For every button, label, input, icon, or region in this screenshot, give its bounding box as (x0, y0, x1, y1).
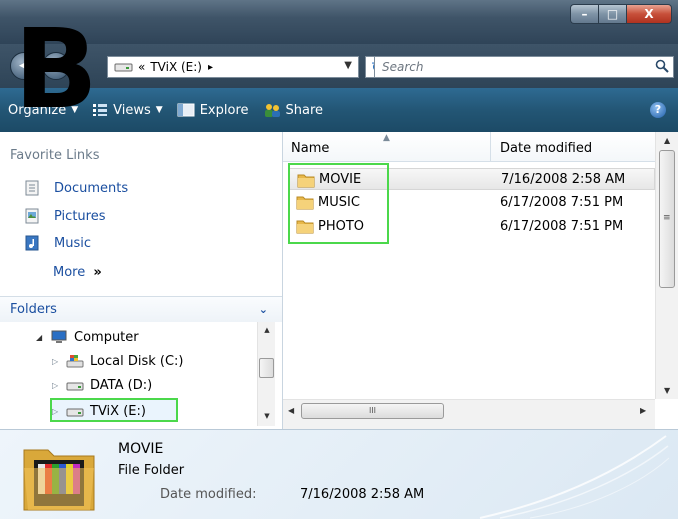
tree-item-label: Local Disk (C:) (90, 353, 184, 369)
breadcrumb-item[interactable]: TViX (E:) (150, 60, 202, 74)
collapsed-arrow-icon[interactable]: ▷ (52, 381, 62, 390)
tree-item-computer[interactable]: ◢ Computer (36, 326, 139, 348)
folder-preview-icon (23, 449, 95, 511)
favorite-links-heading: Favorite Links (10, 148, 100, 163)
column-header-date-modified[interactable]: Date modified (500, 141, 592, 156)
title-bar[interactable]: – □ X (0, 0, 678, 44)
share-button[interactable]: Share (263, 102, 324, 118)
details-name: MOVIE (118, 441, 164, 457)
file-date: 6/17/2008 7:51 PM (500, 218, 624, 234)
scrollbar-thumb[interactable]: III (301, 403, 444, 419)
collapsed-arrow-icon[interactable]: ▷ (52, 407, 62, 416)
music-icon (25, 235, 39, 251)
scroll-right-icon[interactable]: ▶ (640, 406, 646, 415)
file-list-vertical-scrollbar[interactable]: ▲ ≡ ▼ (655, 132, 678, 399)
explore-button[interactable]: Explore (177, 103, 249, 118)
scrollbar-thumb[interactable]: ≡ (659, 150, 675, 288)
help-icon: ? (654, 103, 662, 116)
scroll-up-icon[interactable]: ▲ (664, 136, 670, 145)
scroll-left-icon[interactable]: ◀ (288, 406, 294, 415)
highlight-box (288, 163, 389, 244)
close-button[interactable]: X (626, 4, 672, 24)
favorite-label: Pictures (54, 208, 106, 224)
tree-item-label: Computer (74, 329, 139, 345)
drive-icon (66, 382, 84, 391)
explore-icon (177, 103, 195, 117)
more-label: More (53, 265, 86, 280)
details-pane: MOVIE File Folder Date modified: 7/16/20… (0, 429, 678, 519)
folder-tree-scrollbar[interactable]: ▲ ▼ (257, 322, 275, 426)
sort-ascending-icon: ▲ (383, 133, 390, 143)
explorer-window: – □ X ◀ ▶ « TViX (E:) ▸ ▼ ↻ Search (0, 0, 678, 519)
maximize-icon: □ (606, 7, 619, 21)
close-icon: X (644, 7, 654, 21)
search-icon[interactable] (655, 59, 669, 73)
expanded-arrow-icon[interactable]: ◢ (36, 333, 46, 342)
file-date: 7/16/2008 2:58 AM (501, 171, 626, 187)
window-controls: – □ X (570, 4, 672, 24)
help-button[interactable]: ? (650, 102, 666, 118)
scrollbar-grip: ≡ (663, 213, 671, 223)
drive-icon (114, 63, 133, 72)
minimize-button[interactable]: – (570, 4, 598, 24)
favorite-label: Documents (54, 180, 129, 196)
column-divider[interactable] (490, 132, 491, 162)
views-label: Views (113, 102, 151, 118)
share-icon (264, 104, 280, 117)
scrollbar-grip: III (368, 406, 377, 415)
search-placeholder: Search (382, 60, 424, 74)
command-bar: Organize ▼ Views ▼ Explore Share ? (0, 88, 678, 132)
breadcrumb-prefix: « (138, 60, 146, 74)
more-link[interactable]: More » (53, 265, 102, 280)
column-header-name[interactable]: Name (291, 141, 329, 156)
file-list-horizontal-scrollbar[interactable]: ◀ III ▶ (283, 399, 655, 429)
favorite-label: Music (54, 235, 91, 251)
chevron-down-icon[interactable]: ⌄ (259, 303, 268, 316)
views-button[interactable]: Views ▼ (92, 103, 163, 118)
details-date-value: 7/16/2008 2:58 AM (300, 487, 425, 502)
details-date-label: Date modified: (160, 487, 257, 502)
pictures-icon (25, 208, 39, 224)
scrollbar-thumb[interactable] (259, 358, 274, 378)
explore-label: Explore (199, 102, 249, 118)
scroll-down-icon[interactable]: ▼ (258, 408, 276, 424)
documents-icon (25, 180, 39, 196)
address-bar[interactable]: « TViX (E:) ▸ ▼ (107, 56, 359, 78)
breadcrumb-separator-icon[interactable]: ▸ (208, 62, 213, 73)
file-date: 6/17/2008 7:51 PM (500, 194, 624, 210)
overlay-letter: B (14, 5, 98, 133)
maximize-button[interactable]: □ (598, 4, 626, 24)
minimize-icon: – (581, 7, 588, 21)
folders-heading: Folders (10, 302, 57, 317)
share-label: Share (285, 102, 324, 118)
scroll-down-icon[interactable]: ▼ (664, 386, 670, 395)
navigation-pane: Favorite Links Documents Pictures Music … (0, 132, 283, 429)
tree-item-label: DATA (D:) (90, 377, 153, 393)
folders-header[interactable]: Folders ⌄ (0, 296, 282, 322)
drive-icon (66, 408, 84, 417)
favorite-documents[interactable]: Documents (25, 178, 129, 198)
scroll-up-icon[interactable]: ▲ (258, 322, 276, 338)
double-chevron-icon: » (93, 265, 102, 280)
tree-item-data-d[interactable]: ▷ DATA (D:) (52, 374, 152, 396)
local-disk-icon (66, 355, 84, 368)
tree-item-local-disk-c[interactable]: ▷ Local Disk (C:) (52, 350, 183, 372)
decorative-swoosh (479, 435, 670, 519)
address-row: ◀ ▶ « TViX (E:) ▸ ▼ ↻ Search (0, 44, 678, 88)
computer-icon (51, 330, 67, 343)
column-headers: ▲ Name Date modified (283, 132, 655, 162)
chevron-down-icon: ▼ (155, 105, 163, 115)
favorite-music[interactable]: Music (25, 233, 91, 253)
details-type: File Folder (118, 463, 185, 478)
tree-item-label: TViX (E:) (90, 403, 146, 419)
favorite-pictures[interactable]: Pictures (25, 206, 106, 226)
address-dropdown-icon[interactable]: ▼ (344, 60, 352, 71)
search-input[interactable]: Search (374, 56, 674, 78)
tree-item-tvix-e[interactable]: ▷ TViX (E:) (52, 400, 146, 422)
collapsed-arrow-icon[interactable]: ▷ (52, 357, 62, 366)
